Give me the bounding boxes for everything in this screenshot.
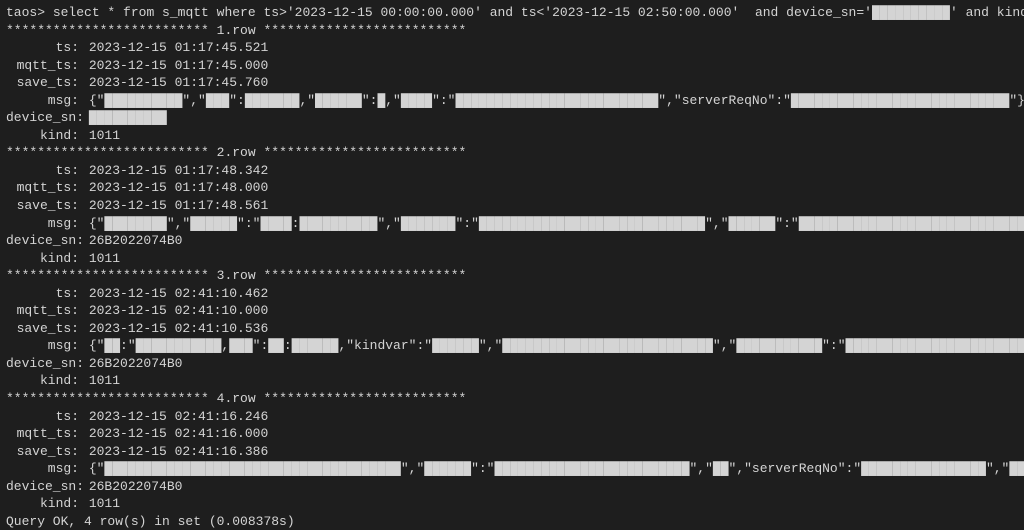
terminal-output[interactable]: taos> select * from s_mqtt where ts>'202… <box>6 4 1018 530</box>
row-divider: ************************** 4.row *******… <box>6 390 1018 408</box>
field-msg: msg: {"██████████","███":███████,"██████… <box>6 92 1018 110</box>
field-ts: ts: 2023-12-15 01:17:48.342 <box>6 162 1018 180</box>
field-save-ts: save_ts: 2023-12-15 01:17:45.760 <box>6 74 1018 92</box>
row-divider: ************************** 1.row *******… <box>6 22 1018 40</box>
field-mqtt-ts: mqtt_ts: 2023-12-15 02:41:16.000 <box>6 425 1018 443</box>
field-kind: kind: 1011 <box>6 250 1018 268</box>
result-row-2: ************************** 2.row *******… <box>6 144 1018 267</box>
row-divider: ************************** 2.row *******… <box>6 144 1018 162</box>
field-msg: msg: {"█████████████████████████████████… <box>6 460 1018 478</box>
prompt: taos> <box>6 5 45 20</box>
query-prompt-line: taos> select * from s_mqtt where ts>'202… <box>6 4 1018 22</box>
field-ts: ts: 2023-12-15 02:41:10.462 <box>6 285 1018 303</box>
result-row-1: ************************** 1.row *******… <box>6 22 1018 145</box>
field-save-ts: save_ts: 2023-12-15 02:41:16.386 <box>6 443 1018 461</box>
sql-query: select * from s_mqtt where ts>'2023-12-1… <box>53 5 1024 20</box>
field-save-ts: save_ts: 2023-12-15 01:17:48.561 <box>6 197 1018 215</box>
field-msg: msg: {"████████","██████":"████:████████… <box>6 215 1018 233</box>
field-device-sn: device_sn: ██████████ <box>6 109 1018 127</box>
field-kind: kind: 1011 <box>6 372 1018 390</box>
query-footer: Query OK, 4 row(s) in set (0.008378s) <box>6 513 1018 530</box>
result-row-4: ************************** 4.row *******… <box>6 390 1018 513</box>
field-ts: ts: 2023-12-15 01:17:45.521 <box>6 39 1018 57</box>
field-msg: msg: {"██:"███████████,███":██:██████,"k… <box>6 337 1018 355</box>
field-device-sn: device_sn: 26B2022074B0 <box>6 355 1018 373</box>
field-kind: kind: 1011 <box>6 127 1018 145</box>
row-divider: ************************** 3.row *******… <box>6 267 1018 285</box>
field-ts: ts: 2023-12-15 02:41:16.246 <box>6 408 1018 426</box>
result-row-3: ************************** 3.row *******… <box>6 267 1018 390</box>
field-mqtt-ts: mqtt_ts: 2023-12-15 01:17:45.000 <box>6 57 1018 75</box>
field-device-sn: device_sn: 26B2022074B0 <box>6 232 1018 250</box>
field-device-sn: device_sn: 26B2022074B0 <box>6 478 1018 496</box>
field-kind: kind: 1011 <box>6 495 1018 513</box>
field-mqtt-ts: mqtt_ts: 2023-12-15 02:41:10.000 <box>6 302 1018 320</box>
field-save-ts: save_ts: 2023-12-15 02:41:10.536 <box>6 320 1018 338</box>
field-mqtt-ts: mqtt_ts: 2023-12-15 01:17:48.000 <box>6 179 1018 197</box>
